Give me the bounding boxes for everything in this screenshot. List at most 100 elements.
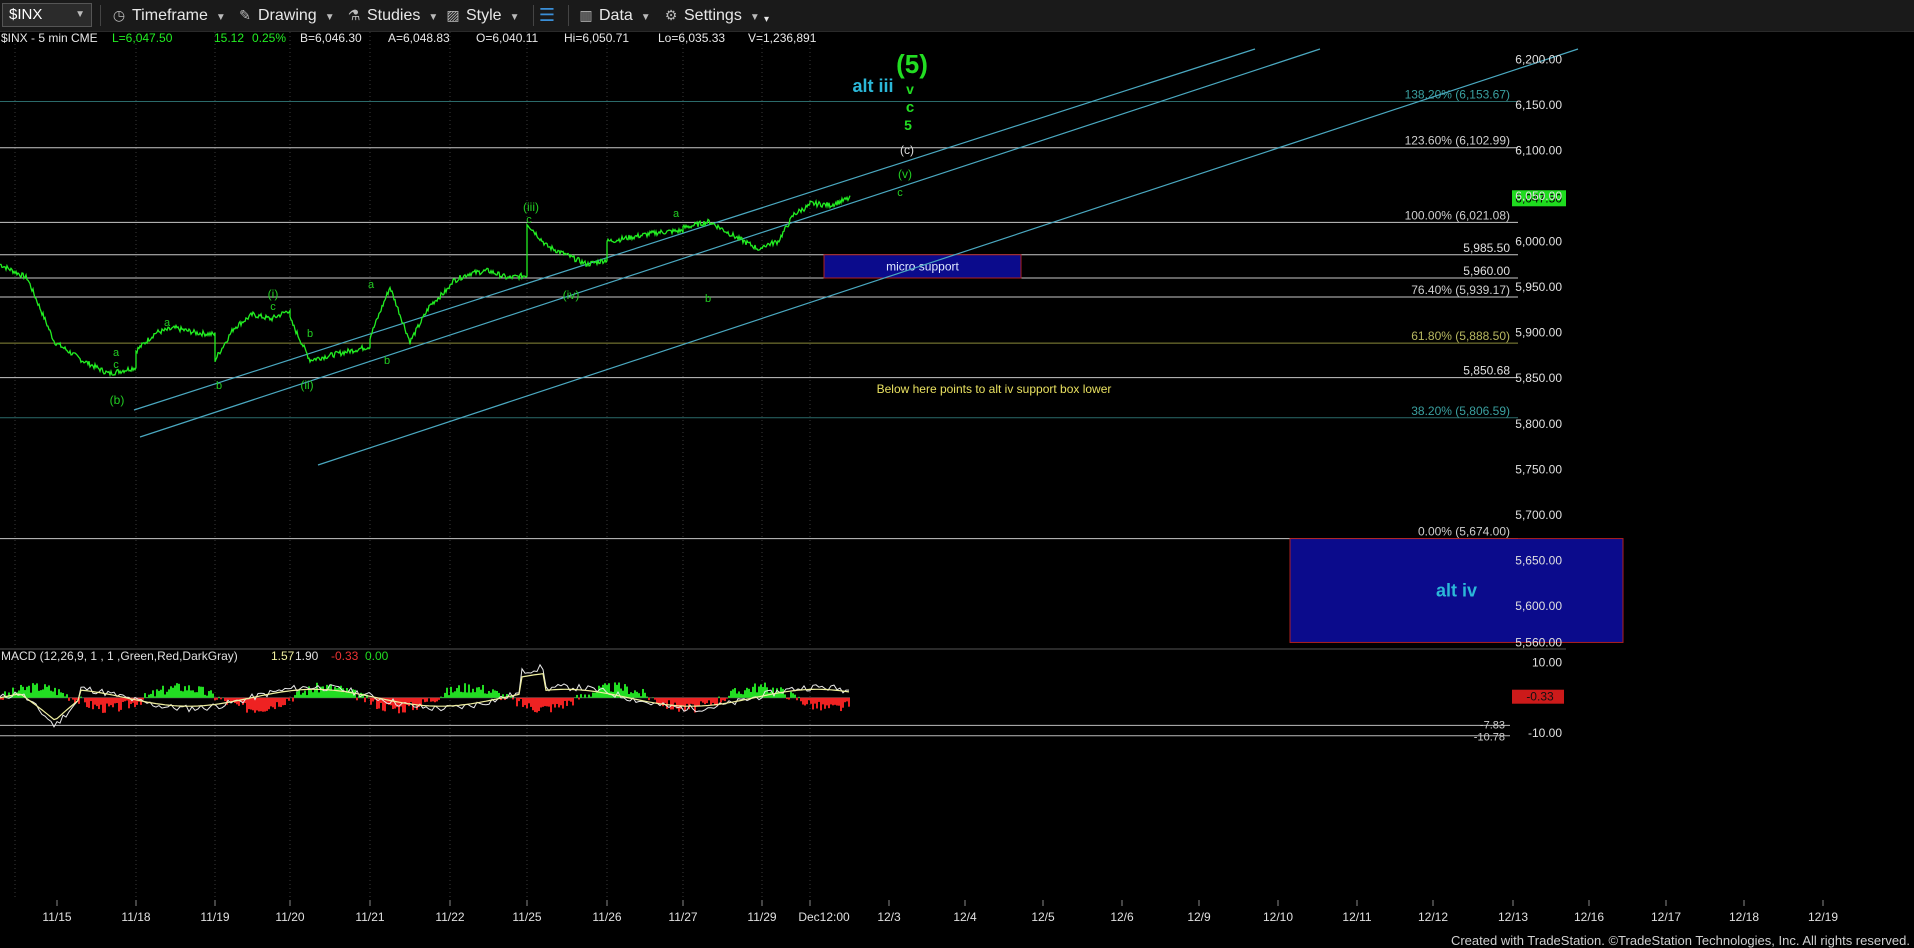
macd-histogram-bar bbox=[556, 697, 558, 704]
data-label: Data bbox=[599, 7, 633, 24]
macd-histogram-bar bbox=[174, 685, 176, 698]
macd-histogram-bar bbox=[696, 697, 698, 706]
macd-histogram-bar bbox=[830, 697, 832, 705]
macd-histogram-bar bbox=[336, 688, 338, 698]
macd-histogram-bar bbox=[800, 697, 802, 702]
macd-histogram-bar bbox=[114, 697, 116, 704]
macd-histogram-bar bbox=[168, 689, 170, 698]
timeframe-label: Timeframe bbox=[132, 7, 208, 24]
macd-histogram-bar bbox=[468, 684, 470, 698]
x-tick-label: 12/3 bbox=[877, 910, 901, 924]
macd-histogram-bar bbox=[476, 687, 478, 698]
macd-histogram-bar bbox=[162, 685, 164, 698]
x-tick-label: 11/21 bbox=[355, 910, 384, 924]
macd-histogram-bar bbox=[332, 689, 334, 698]
last-price: L=6,047.50 bbox=[112, 32, 173, 45]
macd-histogram-bar bbox=[20, 684, 22, 698]
macd-histogram-bar bbox=[766, 687, 768, 698]
macd-histogram-bar bbox=[364, 697, 366, 703]
macd-histogram-bar bbox=[490, 692, 492, 698]
macd-histogram-bar bbox=[548, 697, 550, 707]
macd-histogram-bar bbox=[734, 688, 736, 698]
macd-histogram-bar bbox=[642, 688, 644, 698]
macd-y-tick: 10.00 bbox=[1532, 656, 1562, 670]
macd-histogram-bar bbox=[710, 697, 712, 706]
data-button[interactable]: ▥ Data ▼ bbox=[577, 4, 650, 27]
macd-histogram-bar bbox=[128, 697, 130, 709]
macd-histogram-bar bbox=[272, 697, 274, 708]
bid-price: B=6,046.30 bbox=[300, 32, 362, 45]
macd-histogram-bar bbox=[480, 689, 482, 698]
settings-button[interactable]: ⚙ Settings ▼ bbox=[662, 4, 760, 27]
macd-histogram-bar bbox=[738, 691, 740, 698]
macd-histogram-bar bbox=[818, 697, 820, 702]
macd-histogram-bar bbox=[534, 697, 536, 713]
macd-histogram-bar bbox=[798, 696, 800, 698]
volume-value: V=1,236,891 bbox=[748, 32, 817, 45]
macd-histogram-bar bbox=[206, 695, 208, 698]
overflow-icon[interactable]: ▾ bbox=[764, 8, 769, 31]
macd-histogram-bar bbox=[690, 697, 692, 704]
macd-histogram-bar bbox=[796, 697, 798, 701]
macd-histogram-bar bbox=[190, 690, 192, 698]
drawing-button[interactable]: ✎ Drawing ▼ bbox=[236, 4, 334, 27]
macd-histogram-bar bbox=[522, 697, 524, 707]
macd-histogram-bar bbox=[342, 688, 344, 698]
macd-histogram-bar bbox=[792, 693, 794, 698]
y-tick-label: 6,100.00 bbox=[1515, 143, 1562, 157]
macd-value-tag-label: -0.33 bbox=[1526, 690, 1554, 704]
level-lines: 138.20% (6,153.67) 123.60% (6,102.99) 100.… bbox=[0, 88, 1518, 540]
macd-histogram-bar bbox=[560, 697, 562, 706]
macd-histogram-bar bbox=[836, 697, 838, 706]
macd-histogram-bar bbox=[472, 688, 474, 698]
style-button[interactable]: ▨ Style ▼ bbox=[444, 4, 519, 27]
chart-area[interactable]: 138.20% (6,153.67) 123.60% (6,102.99) 100.… bbox=[0, 32, 1914, 932]
y-tick-label: 5,950.00 bbox=[1515, 280, 1562, 294]
time-axis[interactable]: 11/15 11/18 11/19 11/20 11/21 11/22 11/25 11/26… bbox=[0, 900, 1914, 930]
macd-histogram-bar bbox=[330, 684, 332, 698]
macd-histogram-bar bbox=[638, 693, 640, 698]
macd-histogram-bar bbox=[46, 686, 48, 698]
wave-label: v bbox=[906, 81, 914, 97]
macd-histogram-bar bbox=[112, 697, 114, 708]
wave-label: a bbox=[164, 317, 171, 329]
macd-histogram-bar bbox=[110, 697, 112, 706]
box-label: alt iv bbox=[1436, 581, 1477, 601]
macd-histogram-bar bbox=[682, 697, 684, 707]
macd-histogram-bar bbox=[98, 697, 100, 710]
macd-histogram-bar bbox=[182, 691, 184, 698]
wave-label: a bbox=[113, 347, 120, 359]
studies-button[interactable]: ⚗ Studies ▼ bbox=[345, 4, 439, 27]
macd-histogram-bar bbox=[284, 697, 286, 706]
macd-histogram-bar bbox=[104, 697, 106, 713]
x-tick-label: 12/5 bbox=[1031, 910, 1055, 924]
macd-histogram-bar bbox=[66, 694, 68, 698]
macd-histogram-bar bbox=[40, 690, 42, 698]
chevron-down-icon[interactable]: ▼ bbox=[75, 4, 85, 26]
macd-histogram-bar bbox=[592, 692, 594, 698]
y-tick-label: 5,700.00 bbox=[1515, 508, 1562, 522]
macd-histogram-bar bbox=[92, 697, 94, 710]
macd-histogram-bar bbox=[64, 696, 66, 698]
macd-histogram-bar bbox=[170, 686, 172, 698]
macd-histogram-bar bbox=[530, 697, 532, 707]
layout-button[interactable]: ☰ bbox=[538, 4, 560, 27]
macd-histogram-bar bbox=[720, 697, 722, 703]
price-axis[interactable]: 6,047.506,200.006,150.006,100.006,050.00… bbox=[1512, 52, 1566, 649]
macd-histogram-bar bbox=[304, 690, 306, 698]
symbol-input[interactable]: $INX ▼ bbox=[2, 3, 92, 27]
macd-histogram-bar bbox=[834, 697, 836, 705]
macd-histogram-bar bbox=[216, 697, 218, 700]
macd-histogram-bar bbox=[106, 697, 108, 704]
macd-histogram-bar bbox=[636, 691, 638, 698]
style-label: Style bbox=[466, 7, 502, 24]
macd-histogram-bar bbox=[86, 697, 88, 708]
macd-histogram-bar bbox=[42, 689, 44, 698]
timeframe-button[interactable]: ◷ Timeframe ▼ bbox=[110, 4, 226, 27]
wave-label: (ii) bbox=[300, 378, 313, 392]
macd-histogram-bar bbox=[158, 690, 160, 698]
macd-histogram-bar bbox=[804, 697, 806, 706]
macd-histogram-bar bbox=[482, 684, 484, 698]
chevron-down-icon: ▼ bbox=[749, 12, 760, 23]
wave-label: c bbox=[113, 359, 119, 371]
